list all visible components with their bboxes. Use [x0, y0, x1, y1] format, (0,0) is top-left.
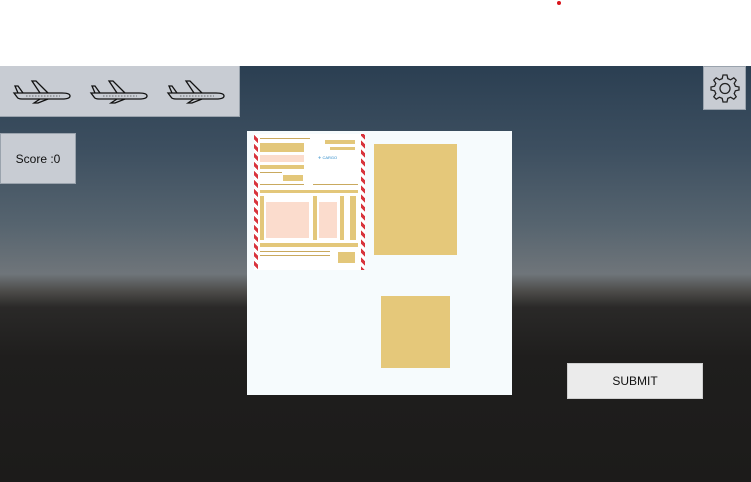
doc-field: [260, 190, 358, 193]
doc-field: [260, 243, 358, 247]
doc-field: [266, 202, 309, 238]
doc-field: [260, 155, 304, 162]
airplane-icon: [12, 80, 71, 104]
doc-field: [325, 140, 355, 144]
lives-panel: [0, 66, 240, 117]
doc-line: [313, 184, 358, 185]
airplane-icon: [89, 80, 148, 104]
drop-slot-1[interactable]: [374, 144, 457, 255]
doc-line: [260, 251, 330, 252]
doc-field: [313, 196, 317, 240]
doc-field: [260, 143, 304, 152]
doc-field: [350, 196, 356, 240]
doc-logo: ✈ CARGO: [318, 155, 338, 160]
doc-field: [338, 252, 355, 263]
doc-field: [319, 202, 337, 238]
play-area: ✈ CARGO: [247, 131, 512, 395]
top-bar: [0, 0, 751, 66]
submit-button[interactable]: SUBMIT: [567, 363, 703, 399]
doc-line: [260, 138, 310, 139]
gear-icon: [709, 74, 740, 103]
submit-label: SUBMIT: [612, 374, 658, 388]
doc-field: [260, 165, 304, 169]
settings-button[interactable]: [703, 66, 746, 110]
cursor-dot: [557, 1, 561, 5]
drop-slot-2[interactable]: [381, 296, 450, 368]
score-display: Score :0: [0, 133, 76, 184]
score-text: Score :0: [15, 151, 61, 166]
cargo-document-card[interactable]: ✈ CARGO: [254, 134, 365, 270]
doc-field: [260, 196, 264, 240]
doc-field: [283, 175, 303, 181]
doc-field: [330, 147, 355, 150]
doc-line: [260, 255, 330, 256]
airplane-icon: [166, 80, 225, 104]
doc-line: [260, 172, 282, 173]
doc-field: [340, 196, 344, 240]
doc-line: [260, 184, 304, 185]
